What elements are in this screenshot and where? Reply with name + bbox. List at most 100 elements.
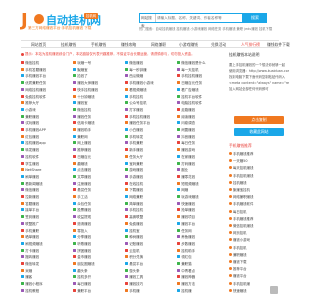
list-item[interactable]: 免费挂机软件	[21, 94, 69, 101]
list-item[interactable]: 趣头条	[73, 268, 121, 275]
side-list-item[interactable]: 网页挂机	[229, 230, 289, 237]
list-item[interactable]: 日赚百元	[73, 154, 121, 161]
list-item[interactable]: 看新闻赚钱	[21, 181, 69, 188]
list-item[interactable]: 推荐赚钱	[73, 147, 121, 154]
list-item[interactable]: 中青看点	[177, 268, 225, 275]
list-item[interactable]: 赚钱神器	[177, 274, 225, 281]
side-list-item[interactable]: 赚钱小游戏	[229, 237, 289, 244]
copy-button[interactable]: 点击复制	[234, 116, 284, 124]
list-item[interactable]: 赚钱助手	[73, 127, 121, 134]
list-item[interactable]: 步数赚钱	[177, 241, 225, 248]
side-list-item[interactable]: 挂机赚钱	[229, 180, 289, 187]
list-item[interactable]: 游戏赚钱	[125, 167, 173, 174]
back-to-top-button[interactable]	[270, 286, 278, 294]
list-item[interactable]: 赚钱方法	[177, 281, 225, 288]
side-list-item[interactable]: 手机赚钱软件	[229, 201, 289, 208]
list-item[interactable]: 手工活	[73, 194, 121, 201]
nav-item[interactable]: 赚钱软件下载	[267, 42, 290, 48]
list-item[interactable]: 云挂机	[125, 248, 173, 255]
list-item[interactable]: 捡钱了	[73, 73, 121, 80]
list-item[interactable]: 微信赚钱	[21, 187, 69, 194]
list-item[interactable]: 刷单赚钱	[21, 174, 69, 181]
list-item[interactable]: 新手赚钱	[125, 147, 173, 154]
list-item[interactable]: 问卷调查	[177, 120, 225, 127]
list-item[interactable]: 晒单赚钱	[21, 234, 69, 241]
list-item[interactable]: 信用卡赚钱	[73, 120, 121, 127]
side-list-item[interactable]: 微信挂机赚钱	[229, 223, 289, 230]
list-item[interactable]: 推荐大厅	[21, 100, 69, 107]
list-item[interactable]: 赚钱游戏	[177, 147, 225, 154]
search-input[interactable]	[157, 14, 242, 22]
list-item[interactable]: 悬赏平台	[125, 261, 173, 268]
list-item[interactable]: 抖音赚钱	[177, 134, 225, 141]
list-item[interactable]: 网赚	[177, 187, 225, 194]
list-item[interactable]: 朋友圈赚钱	[73, 261, 121, 268]
side-list-item[interactable]: 网络兼职赚钱	[229, 194, 289, 201]
list-item[interactable]: 众包任务	[73, 201, 121, 208]
nav-item[interactable]: 兑换活动	[211, 42, 226, 48]
nav-item[interactable]: 人气排行榜	[241, 42, 260, 48]
side-list-item[interactable]: 兼职赚钱	[229, 252, 289, 259]
list-item[interactable]: 挂机平台软件	[177, 94, 225, 101]
list-item[interactable]: 分享赚钱	[73, 234, 121, 241]
list-item[interactable]: 手机挂机	[125, 207, 173, 214]
list-item[interactable]: 接单平台	[21, 207, 69, 214]
list-item[interactable]: 点击赚钱	[73, 167, 121, 174]
list-item[interactable]: 走路赚钱	[177, 107, 225, 114]
list-item[interactable]: 日赚百元任务	[177, 80, 225, 87]
list-item[interactable]: 十分钟赚钱	[73, 94, 121, 101]
side-list-item[interactable]: 手机挂机	[229, 245, 289, 252]
list-item[interactable]: 任务大厅	[125, 154, 173, 161]
list-item[interactable]: 打卡赚钱	[21, 248, 69, 255]
list-item[interactable]: 小白赚钱	[125, 127, 173, 134]
list-item[interactable]: 投票赚钱	[73, 207, 121, 214]
list-item[interactable]: 兼职平台	[73, 288, 121, 295]
list-item[interactable]: 看视频赚钱	[125, 87, 173, 94]
nav-item[interactable]: 小游戏赚钱	[179, 42, 198, 48]
list-item[interactable]: NetShare	[21, 167, 69, 174]
side-list-item[interactable]: 手机挂机赚钱	[229, 173, 289, 180]
list-item[interactable]: 副业	[177, 167, 225, 174]
list-item[interactable]: 网络兼职	[125, 194, 173, 201]
list-item[interactable]: 种树赚钱	[125, 234, 173, 241]
list-item[interactable]: 挂机教程	[21, 288, 69, 295]
nav-item[interactable]: 赚钱攻略	[121, 42, 136, 48]
list-item[interactable]: 学生赚钱	[21, 161, 69, 168]
list-item[interactable]: 手机答题赚钱	[21, 67, 69, 74]
side-list-item[interactable]: 手机赚钱推荐	[229, 151, 289, 158]
side-list-item[interactable]: 快速赚钱	[229, 288, 289, 295]
side-list-item[interactable]: 推荐平台	[229, 266, 289, 273]
list-item[interactable]: 文章赚钱	[73, 174, 121, 181]
list-item[interactable]: 看广告赚钱	[177, 87, 225, 94]
list-item[interactable]: 赚钱宝	[73, 100, 121, 107]
list-item[interactable]: 手机赚钱平台	[21, 73, 69, 80]
list-item[interactable]: 赚钱小程序	[21, 281, 69, 288]
nav-item[interactable]: 网络兼职	[151, 42, 166, 48]
list-item[interactable]: 手机转发	[125, 134, 173, 141]
list-item[interactable]: 每日任务	[177, 140, 225, 147]
list-item[interactable]: 免费赚钱	[125, 221, 173, 228]
list-item[interactable]: 每一天挂机	[177, 67, 225, 74]
search-button[interactable]: 搜索	[243, 13, 267, 23]
list-item[interactable]: 悬赏任务	[73, 187, 121, 194]
list-item[interactable]: 挂机助手	[177, 248, 225, 255]
search-category-select[interactable]: 网站搜索	[140, 14, 156, 28]
list-item[interactable]: 优质兼职任务	[21, 80, 69, 87]
bookmark-button[interactable]: 收藏此网站	[234, 128, 284, 136]
list-item[interactable]: 试玩赚钱	[21, 120, 69, 127]
list-item[interactable]: 西瓜微赚	[125, 73, 173, 80]
list-item[interactable]: 拉新赚钱	[21, 194, 69, 201]
list-item[interactable]: 红包赚钱	[21, 134, 69, 141]
list-item[interactable]: 手机挂机赚钱	[125, 114, 173, 121]
list-item[interactable]: 网上赚钱	[73, 140, 121, 147]
list-item[interactable]: 玩游戏赚钱	[177, 194, 225, 201]
list-item[interactable]: 赚钱平台	[177, 221, 225, 228]
list-item[interactable]: 兼职猫	[177, 261, 225, 268]
list-item[interactable]: 赚钱任务平台	[125, 120, 173, 127]
list-item[interactable]: 宝妈兼职	[125, 161, 173, 168]
list-item[interactable]: 阅读赚钱	[177, 114, 225, 121]
list-item[interactable]: 赚钱任务	[73, 114, 121, 121]
list-item[interactable]: 微信挂机	[73, 107, 121, 114]
nav-item[interactable]: 网站首页	[31, 42, 46, 48]
list-item[interactable]: 赚零花钱	[177, 174, 225, 181]
